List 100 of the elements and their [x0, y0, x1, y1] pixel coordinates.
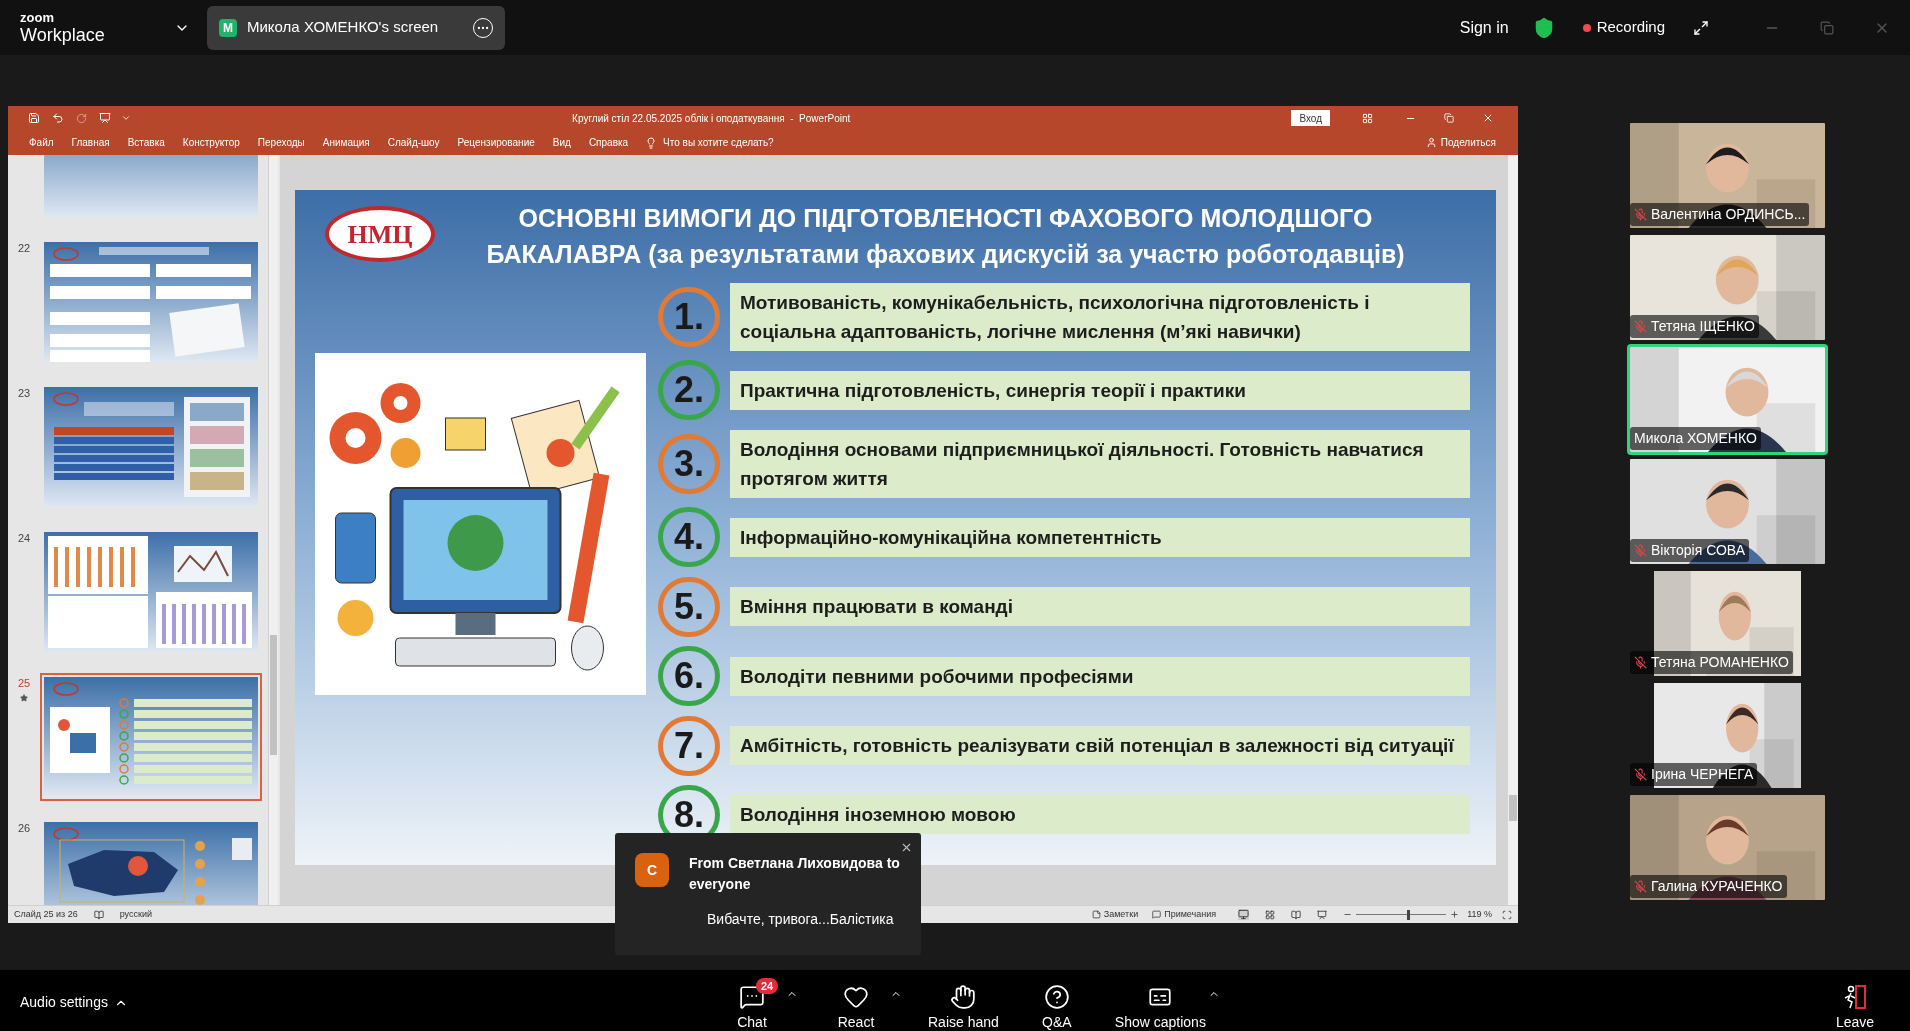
video-tile[interactable]: Тетяна РОМАНЕНКО — [1627, 568, 1828, 679]
video-tile[interactable]: Вікторія СОВА — [1627, 456, 1828, 567]
lightbulb-icon — [645, 136, 658, 149]
tab-label: Микола ХОМЕНКО's screen — [247, 17, 440, 38]
tell-me-field[interactable]: Что вы хотите сделать? — [663, 135, 774, 150]
participant-name: Вікторія СОВА — [1651, 541, 1746, 560]
close-icon[interactable] — [900, 841, 913, 854]
comments-button[interactable]: Примечания — [1164, 907, 1217, 922]
ribbon-display-icon[interactable] — [1362, 112, 1373, 124]
requirement-text: Інформаційно-комунікаційна компетентність — [730, 517, 1470, 557]
leave-button[interactable]: Leave — [1836, 984, 1875, 1030]
item-number: 2. — [674, 371, 704, 410]
save-icon[interactable] — [28, 112, 40, 124]
normal-view-icon[interactable] — [1238, 909, 1250, 920]
requirement-text: Вміння працювати в команді — [730, 587, 1470, 627]
item-number: 8. — [674, 795, 704, 834]
slide-number: 25 — [17, 676, 31, 691]
ribbon-tab[interactable]: Слайд-шоу — [378, 135, 449, 150]
slideshow-icon[interactable] — [1317, 909, 1328, 920]
ribbon-tab[interactable]: Справка — [579, 135, 638, 150]
requirement-text: Володіння основами підприємницької діяльності. Готовність навчатися протягом життя — [730, 429, 1470, 498]
zoom-in-icon[interactable] — [1450, 910, 1460, 919]
toolbar-button[interactable]: React — [824, 978, 888, 1030]
video-tile[interactable]: Галина КУРАЧЕНКО — [1627, 792, 1828, 903]
toolbar-button[interactable]: 24 Chat — [720, 978, 784, 1030]
product-name: Workplace — [20, 26, 106, 44]
chat-message: Вибачте, тривога...Балістика — [707, 910, 895, 929]
user-icon — [1425, 137, 1437, 148]
close-icon[interactable] — [1482, 112, 1494, 124]
zoom-slider[interactable] — [1356, 909, 1447, 920]
chat-notification[interactable]: C From Светлана Лиховидова to everyone Вибачте, тривога...Балістика — [615, 833, 921, 955]
participant-name: Тетяна ІЩЕНКО — [1651, 317, 1755, 336]
requirement-text: Мотивованість, комунікабельність, психологічна підготовленість і соціальна адаптованість, логічне мислення (м’які навички) — [730, 283, 1470, 351]
slideshow-icon[interactable] — [99, 112, 111, 124]
undo-icon[interactable] — [52, 112, 64, 124]
leave-icon — [1842, 984, 1869, 1010]
toolbar-button[interactable]: Show captions — [1114, 978, 1206, 1030]
scrollbar[interactable] — [1508, 155, 1518, 905]
ribbon-tab[interactable]: Файл — [20, 135, 63, 150]
participant-name: Тетяна РОМАНЕНКО — [1651, 653, 1789, 672]
toolbar-button[interactable]: Raise hand — [928, 978, 999, 1030]
scrollbar[interactable] — [268, 155, 278, 905]
ribbon-tab[interactable]: Вставка — [118, 135, 174, 150]
participant-name: Ірина ЧЕРНЕГА — [1651, 765, 1754, 784]
slide-title: БАКАЛАВРА (за результатами фахових дискусій за участю роботодавців) — [486, 239, 1405, 270]
fit-slide-icon[interactable] — [1502, 909, 1512, 920]
share-button[interactable]: Поделиться — [1440, 135, 1496, 150]
notes-button[interactable]: Заметки — [1103, 907, 1139, 922]
requirement-text: Амбітність, готовність реалізувати свій потенціал в залежності від ситуації — [730, 726, 1470, 766]
sign-in-link[interactable]: Sign in — [1459, 15, 1509, 40]
ribbon-tab[interactable]: Анимация — [313, 135, 379, 150]
restore-icon[interactable] — [1444, 113, 1454, 123]
reading-view-icon[interactable] — [1291, 909, 1302, 920]
video-tile[interactable]: Тетяна ІЩЕНКО — [1627, 232, 1828, 343]
ribbon-tab[interactable]: Вид — [543, 135, 580, 150]
participant-name: Валентина ОРДИНСЬ... — [1651, 205, 1806, 224]
hand-icon — [950, 984, 977, 1010]
sign-in-button[interactable]: Вход — [1291, 110, 1330, 126]
comments-icon — [1152, 910, 1162, 919]
heart-icon — [843, 984, 869, 1010]
video-tile[interactable]: Микола ХОМЕНКО — [1627, 344, 1828, 455]
avatar: M — [219, 18, 237, 37]
item-number: 4. — [674, 518, 704, 557]
audio-settings-button[interactable]: Audio settings — [20, 992, 128, 1013]
language[interactable]: русский — [119, 907, 152, 922]
spelling-icon[interactable] — [93, 909, 104, 920]
slide-number: 23 — [17, 386, 31, 401]
fullscreen-icon[interactable] — [1693, 19, 1709, 36]
item-number: 7. — [674, 726, 704, 765]
participant-name: Микола ХОМЕНКО — [1634, 429, 1757, 448]
ribbon-tab[interactable]: Переходы — [248, 135, 314, 150]
item-number: 5. — [674, 587, 704, 626]
question-icon — [1043, 984, 1070, 1010]
slide-title: ОСНОВНІ ВИМОГИ ДО ПІДГОТОВЛЕНОСТІ ФАХОВОГО МОЛОДШОГО — [518, 203, 1373, 234]
toolbar-button[interactable]: Q&A — [1024, 978, 1089, 1030]
shared-screen-tab[interactable]: M Микола ХОМЕНКО's screen — [207, 5, 505, 50]
item-number: 3. — [674, 444, 704, 483]
sorter-view-icon[interactable] — [1265, 909, 1276, 920]
recording-label: Recording — [1596, 17, 1665, 38]
ribbon-tab[interactable]: Рецензирование — [448, 135, 544, 150]
requirement-text: Володіння іноземною мовою — [730, 795, 1470, 835]
avatar: C — [635, 853, 669, 887]
requirement-text: Володіти певними робочими професіями — [730, 656, 1470, 696]
customize-icon[interactable] — [121, 113, 131, 123]
logo: НМЦ — [325, 206, 435, 262]
slide-number: 26 — [17, 821, 31, 836]
video-tile[interactable]: Ірина ЧЕРНЕГА — [1627, 680, 1828, 791]
ribbon-tab[interactable]: Главная — [62, 135, 119, 150]
restore-icon[interactable] — [1820, 20, 1834, 35]
chat-sender: From Светлана Лиховидова to everyone — [689, 854, 901, 894]
unread-badge: 24 — [756, 978, 779, 994]
item-number: 6. — [674, 657, 704, 696]
participant-name: Галина КУРАЧЕНКО — [1651, 877, 1783, 896]
zoom-percent[interactable]: 119 % — [1467, 907, 1492, 922]
ribbon-tab[interactable]: Конструктор — [173, 135, 249, 150]
video-tile[interactable]: Валентина ОРДИНСЬ... — [1627, 120, 1828, 231]
requirement-text: Практична підготовленість, синергія теорії і практики — [730, 370, 1470, 410]
item-number: 1. — [674, 298, 704, 336]
notes-icon — [1091, 910, 1101, 919]
window-title: Круглий стіл 22.05.2025 облік і оподаткування - PowerPoint — [572, 111, 851, 126]
